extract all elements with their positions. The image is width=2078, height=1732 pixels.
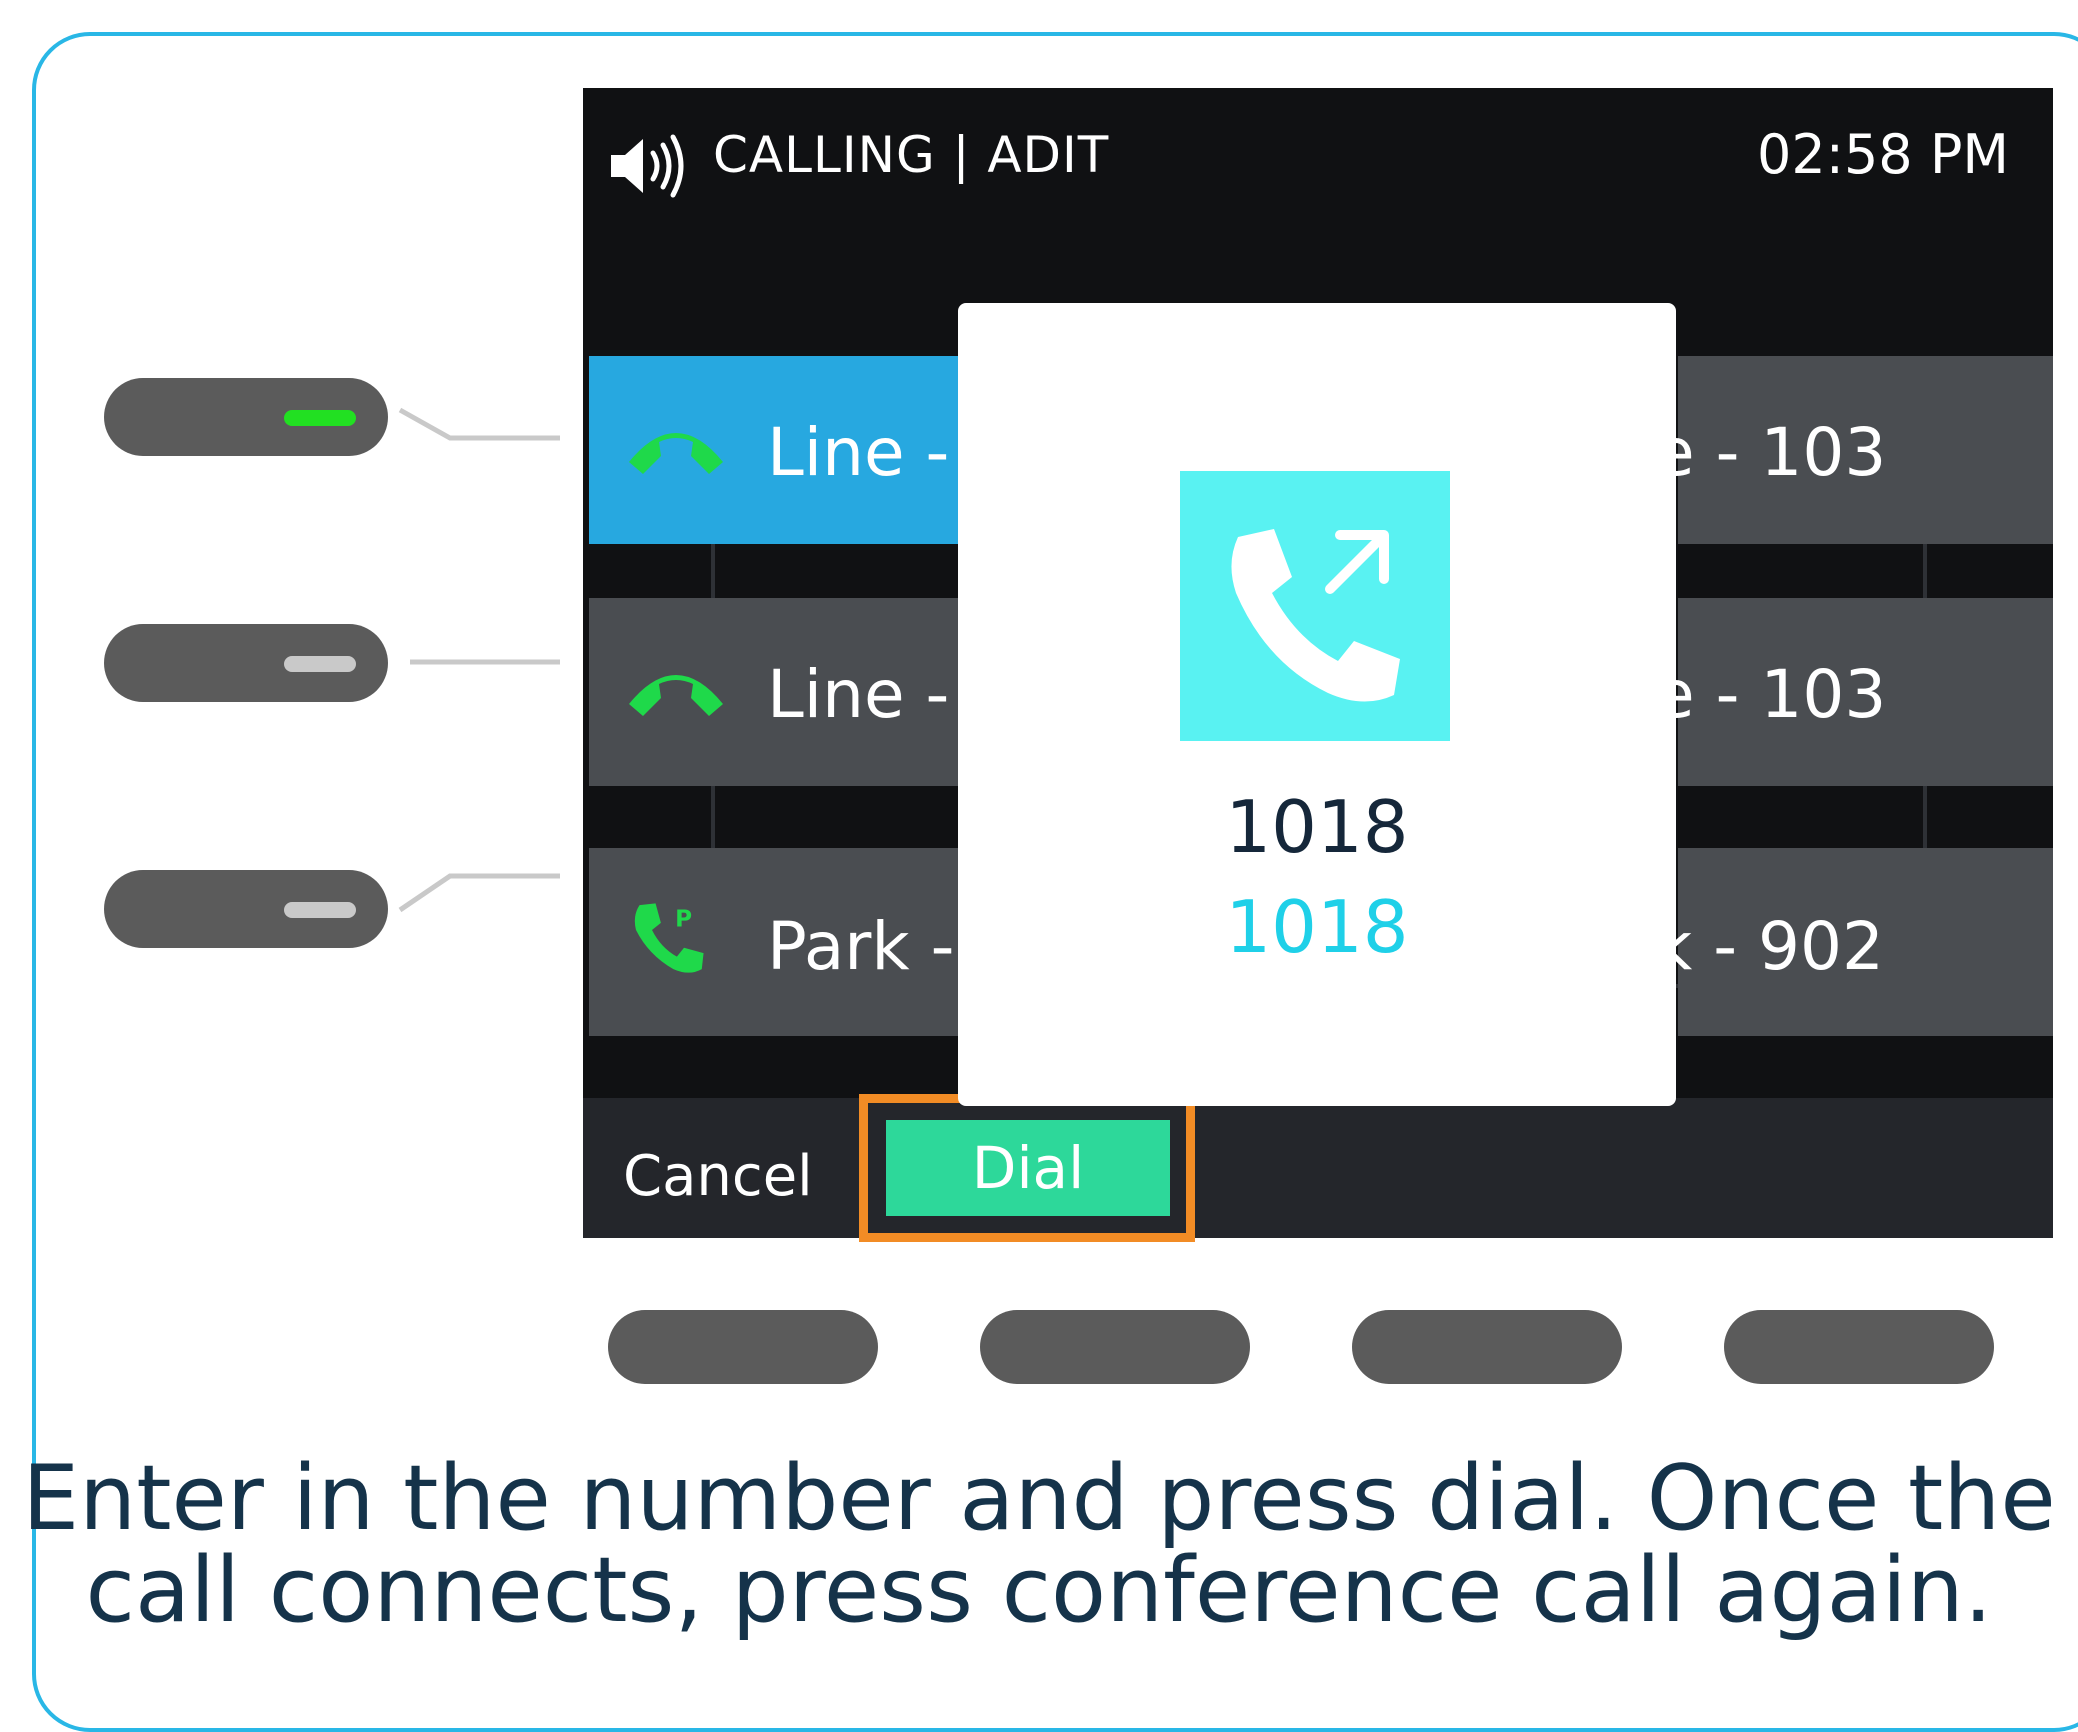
line-key-3[interactable] xyxy=(104,870,388,948)
line-label-right: k - 902 xyxy=(1654,908,1884,985)
line-row-2-right[interactable]: e - 103 xyxy=(1654,598,2053,786)
outgoing-call-icon xyxy=(1180,471,1450,741)
caption-line-1: Enter in the number and press dial. Once… xyxy=(22,1446,2056,1551)
line-label: Line - xyxy=(767,414,950,491)
softkey-1[interactable] xyxy=(608,1310,878,1384)
handset-icon xyxy=(629,675,723,716)
line-label-right: e - 103 xyxy=(1654,414,1887,491)
line-row-3[interactable]: P Park - xyxy=(589,848,989,1036)
softkey-3[interactable] xyxy=(1352,1310,1622,1384)
line-row-3-right[interactable]: k - 902 xyxy=(1654,848,2053,1036)
status-time: 02:58 PM xyxy=(1757,123,2009,186)
softkey-2[interactable] xyxy=(980,1310,1250,1384)
line-label: Line - xyxy=(767,656,950,733)
line-row-1[interactable]: Line - xyxy=(589,356,989,544)
line-key-connectors xyxy=(398,407,560,913)
softkey-4[interactable] xyxy=(1724,1310,1994,1384)
line-row-1-right[interactable]: e - 103 xyxy=(1654,356,2053,544)
speaker-icon xyxy=(611,134,684,198)
svg-text:P: P xyxy=(675,906,692,932)
dialed-number: 1018 xyxy=(1225,785,1409,869)
number-entry[interactable]: 1018 xyxy=(958,885,1676,969)
dial-dialog: 1018 1018 xyxy=(958,303,1676,1106)
line-key-led xyxy=(284,902,356,918)
dial-button[interactable]: Dial xyxy=(886,1120,1170,1216)
line-label-right: e - 103 xyxy=(1654,656,1887,733)
status-title: CALLING | ADIT xyxy=(713,126,1110,184)
handset-icon xyxy=(629,433,723,474)
caption-line-2: call connects, press conference call aga… xyxy=(85,1538,1993,1643)
softkey-bar: Cancel xyxy=(583,1098,2053,1238)
instruction-caption: Enter in the number and press dial. Once… xyxy=(0,1453,2078,1637)
line-row-2[interactable]: Line - xyxy=(589,598,989,786)
line-key-1[interactable] xyxy=(104,378,388,456)
line-key-led xyxy=(284,656,356,672)
park-icon: P xyxy=(634,903,704,973)
cancel-button[interactable]: Cancel xyxy=(623,1144,813,1209)
line-key-led-active xyxy=(284,410,356,426)
status-bar: CALLING | ADIT 02:58 PM xyxy=(583,88,2053,228)
line-key-2[interactable] xyxy=(104,624,388,702)
line-label: Park - xyxy=(767,908,955,985)
